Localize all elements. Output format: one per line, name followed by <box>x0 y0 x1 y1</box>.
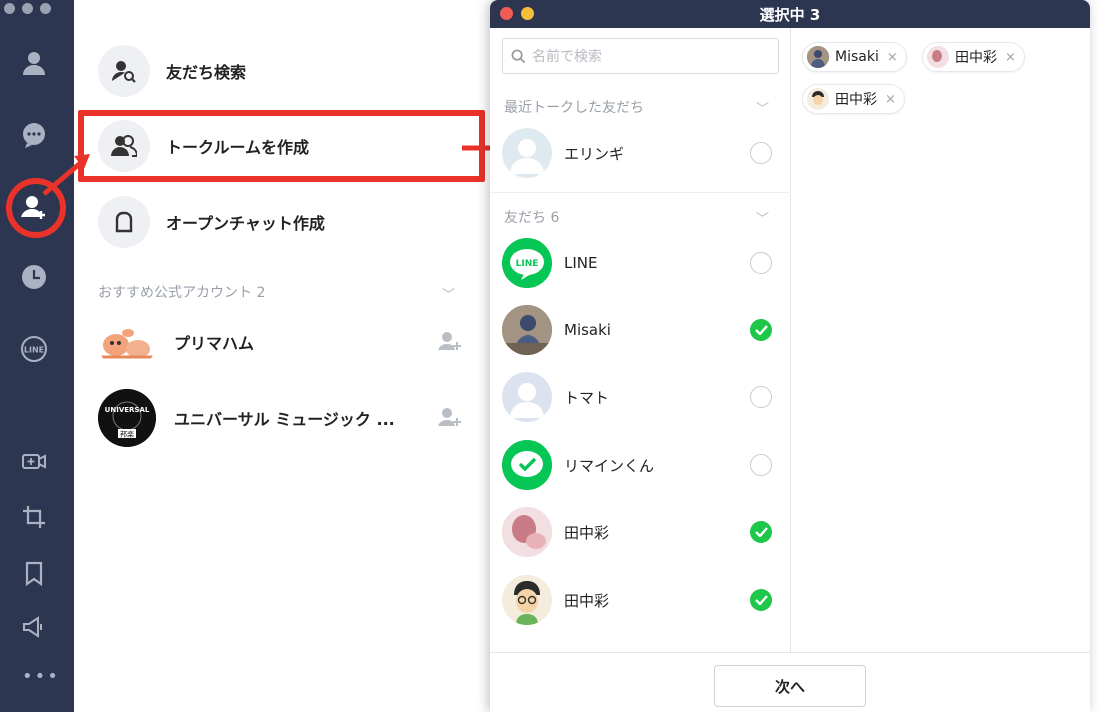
avatar <box>502 372 552 422</box>
dialog-title: 選択中 3 <box>759 6 821 24</box>
remove-icon[interactable]: × <box>887 50 898 65</box>
selected-chip[interactable]: 田中彩 × <box>922 42 1025 72</box>
chip-name: 田中彩 <box>955 50 997 66</box>
friend-list-pane: 名前で検索 最近トークした友だち ﹀ エリンギ 友だち 6 ﹀ LINE LIN… <box>490 28 791 652</box>
friend-row[interactable]: Misaki <box>502 303 780 357</box>
highlight-box <box>78 110 485 182</box>
open-chat-icon <box>98 196 150 248</box>
checked-icon[interactable] <box>750 319 772 341</box>
open-chat-item[interactable]: オープンチャット作成 <box>98 196 325 248</box>
remove-icon[interactable]: × <box>885 92 896 107</box>
sidebar-rail: LINE ••• <box>0 0 74 712</box>
recommended-accounts-label: おすすめ公式アカウント 2 <box>98 285 266 301</box>
friend-search-label: 友だち検索 <box>166 63 247 82</box>
recent-group-label: 最近トークした友だち <box>504 100 644 116</box>
arrow-icon <box>42 154 90 196</box>
avatar <box>502 128 552 178</box>
checked-icon[interactable] <box>750 521 772 543</box>
chevron-down-icon[interactable]: ﹀ <box>756 208 769 227</box>
line-logo-text: LINE <box>516 259 539 269</box>
unchecked-icon[interactable] <box>750 454 772 476</box>
friend-name: Misaki <box>564 321 611 339</box>
announce-icon[interactable] <box>17 610 51 644</box>
line-icon[interactable]: LINE <box>17 332 51 366</box>
bookmark-icon[interactable] <box>17 556 51 590</box>
friend-row[interactable]: リマインくん <box>502 438 780 492</box>
selected-chip[interactable]: Misaki × <box>802 42 907 72</box>
avatar <box>927 46 949 68</box>
unchecked-icon[interactable] <box>750 386 772 408</box>
friends-icon[interactable] <box>17 46 51 80</box>
friend-name: トマト <box>564 388 610 407</box>
more-icon[interactable]: ••• <box>22 666 60 687</box>
official-account-name: ユニバーサル ミュージック ... <box>174 410 395 429</box>
universal-logo-text: UNIVERSAL <box>105 406 150 414</box>
dialog-titlebar: 選択中 3 <box>490 0 1090 28</box>
search-input[interactable]: 名前で検索 <box>502 38 779 74</box>
avatar <box>502 575 552 625</box>
create-talkroom-dialog: 選択中 3 名前で検索 最近トークした友だち ﹀ エリンギ 友だち 6 ﹀ LI… <box>490 0 1090 712</box>
official-account-name: プリマハム <box>174 334 255 353</box>
friends-group-label: 友だち 6 <box>504 210 560 226</box>
friend-name: リマインくん <box>564 456 655 475</box>
friend-name: 田中彩 <box>564 591 610 610</box>
official-account-row[interactable]: プリマハム <box>98 313 468 371</box>
universal-avatar: UNIVERSAL 邦楽 <box>98 389 156 447</box>
selected-chip[interactable]: 田中彩 × <box>802 84 905 114</box>
chevron-down-icon[interactable]: ﹀ <box>756 98 769 117</box>
search-icon <box>511 49 526 63</box>
dialog-footer: 次へ <box>490 652 1090 712</box>
friend-name: 田中彩 <box>564 523 610 542</box>
window-controls <box>4 3 51 14</box>
friend-search-icon <box>98 45 150 97</box>
divider <box>490 192 791 193</box>
line-logo-icon: LINE <box>502 238 552 288</box>
chats-icon[interactable] <box>17 118 51 152</box>
avatar <box>502 305 552 355</box>
video-call-icon[interactable] <box>17 444 51 478</box>
friend-search-item[interactable]: 友だち検索 <box>98 45 246 97</box>
rail-line-logo-text: LINE <box>24 346 44 355</box>
next-button[interactable]: 次へ <box>714 665 866 707</box>
primaham-avatar <box>98 313 156 371</box>
add-friend-icon[interactable] <box>438 407 462 429</box>
add-friend-icon[interactable] <box>438 331 462 353</box>
unchecked-icon[interactable] <box>750 142 772 164</box>
chip-name: Misaki <box>835 49 879 65</box>
friend-name: エリンギ <box>564 144 625 163</box>
avatar <box>502 507 552 557</box>
close-dot[interactable] <box>4 3 15 14</box>
friend-row[interactable]: 田中彩 <box>502 505 780 559</box>
avatar <box>807 46 829 68</box>
recent-icon[interactable] <box>17 260 51 294</box>
search-placeholder: 名前で検索 <box>532 49 602 65</box>
zoom-dot[interactable] <box>40 3 51 14</box>
open-chat-label: オープンチャット作成 <box>166 214 325 233</box>
crop-icon[interactable] <box>17 500 51 534</box>
remove-icon[interactable]: × <box>1005 50 1016 65</box>
chip-name: 田中彩 <box>835 92 877 108</box>
minimize-dot[interactable] <box>22 3 33 14</box>
friend-row[interactable]: トマト <box>502 370 780 424</box>
avatar <box>807 88 829 110</box>
friend-row[interactable]: LINE LINE <box>502 236 780 290</box>
reminder-bot-icon <box>502 440 552 490</box>
screen: LINE ••• 友だち検索 トークルームを作成 オープンチャット作成 おすすめ… <box>0 0 1100 712</box>
official-account-row[interactable]: UNIVERSAL 邦楽 ユニバーサル ミュージック ... <box>98 389 468 447</box>
friend-name: LINE <box>564 254 598 272</box>
friend-row[interactable]: 田中彩 <box>502 573 780 627</box>
chevron-down-icon[interactable]: ﹀ <box>442 284 455 303</box>
unchecked-icon[interactable] <box>750 252 772 274</box>
friend-row[interactable]: エリンギ <box>502 126 780 180</box>
checked-icon[interactable] <box>750 589 772 611</box>
universal-badge-text: 邦楽 <box>120 430 134 439</box>
